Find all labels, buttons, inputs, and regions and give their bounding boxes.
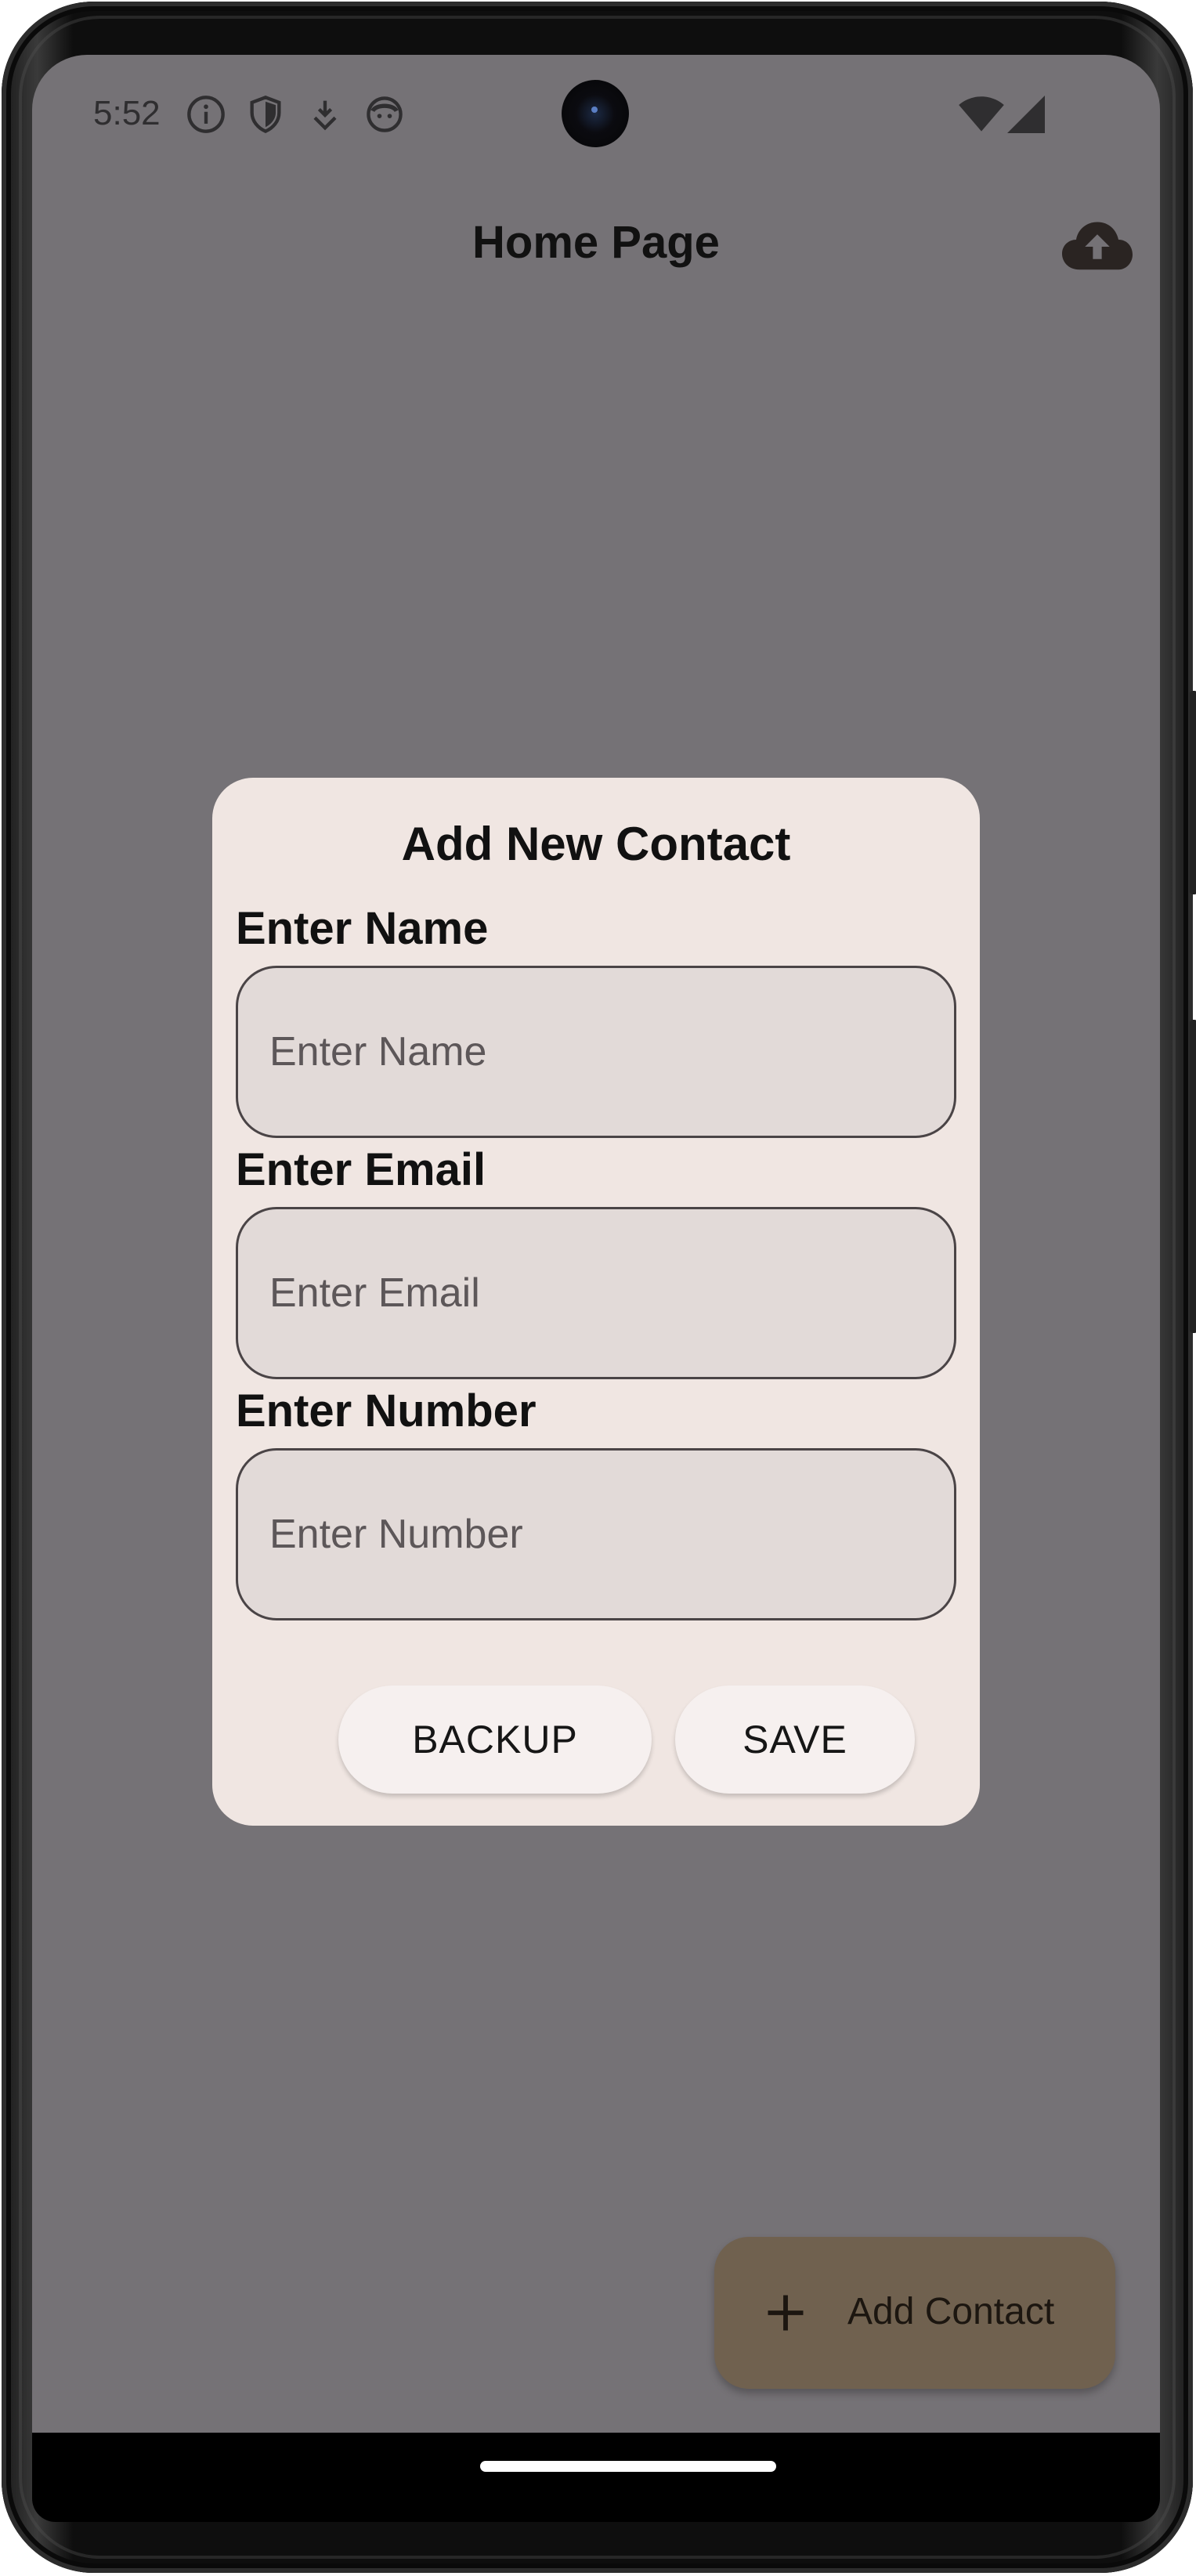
shield-icon <box>250 96 281 134</box>
fab-label: Add Contact <box>847 2291 1055 2332</box>
email-input[interactable] <box>236 1207 956 1379</box>
bottom-bezel <box>32 2498 1160 2522</box>
face-icon <box>367 96 403 132</box>
email-field-label: Enter Email <box>236 1144 486 1195</box>
navigation-bar <box>32 2433 1160 2498</box>
wifi-icon <box>959 96 1004 132</box>
backup-button[interactable]: BACKUP <box>338 1685 652 1794</box>
add-contact-dialog: Add New Contact Enter Name Enter Email E… <box>212 778 980 1826</box>
page-title: Home Page <box>472 217 720 268</box>
add-contact-fab[interactable]: Add Contact <box>714 2237 1115 2389</box>
status-time: 5:52 <box>93 94 161 132</box>
name-field-label: Enter Name <box>236 903 489 954</box>
volume-button <box>1190 1020 1196 1333</box>
front-camera <box>562 80 629 147</box>
name-input[interactable] <box>236 966 956 1138</box>
dialog-title: Add New Contact <box>401 818 791 870</box>
info-icon <box>187 96 225 133</box>
power-button <box>1190 691 1196 894</box>
status-bar: 5:52 <box>32 55 1160 172</box>
cloud-upload-icon[interactable] <box>1062 221 1133 273</box>
save-button[interactable]: SAVE <box>675 1685 915 1794</box>
download-icon <box>313 100 337 131</box>
cellular-signal-icon <box>1007 96 1045 133</box>
number-field-label: Enter Number <box>236 1386 537 1436</box>
plus-icon <box>768 2295 804 2331</box>
home-gesture-handle[interactable] <box>480 2461 776 2472</box>
screen: 5:52 Home Page Add New Contact Enter Nam… <box>32 55 1160 2498</box>
number-input[interactable] <box>236 1448 956 1620</box>
